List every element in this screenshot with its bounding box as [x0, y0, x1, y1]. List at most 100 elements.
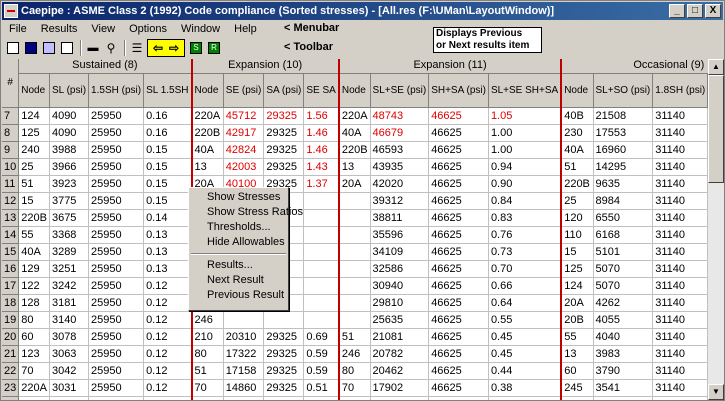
table-cell[interactable]: [338, 209, 371, 227]
table-cell[interactable]: 29325: [263, 396, 305, 400]
table-cell[interactable]: 13: [191, 158, 224, 176]
column-header[interactable]: Node: [338, 73, 371, 108]
menu-results[interactable]: Results...: [189, 258, 288, 273]
table-cell[interactable]: 31140: [652, 277, 708, 295]
table-cell[interactable]: 0.15: [143, 192, 193, 210]
table-row[interactable]: 23 220A 3031 25950 0.12 70 14860 29325 0.51 70 179…: [2, 379, 708, 397]
menu-previous-result[interactable]: Previous Result: [189, 288, 288, 303]
maximize-button[interactable]: □: [687, 4, 703, 18]
table-cell[interactable]: 5070: [593, 260, 654, 278]
table-cell[interactable]: 3016: [49, 396, 90, 400]
table-cell[interactable]: 3078: [49, 328, 90, 346]
table-cell[interactable]: [303, 226, 340, 244]
table-cell[interactable]: 3983: [593, 345, 654, 363]
table-cell[interactable]: 25950: [88, 260, 145, 278]
table-cell[interactable]: 0.16: [143, 107, 193, 125]
table-cell[interactable]: 25950: [88, 345, 145, 363]
column-header[interactable]: SE SA: [303, 73, 340, 108]
table-cell[interactable]: 20A: [338, 175, 371, 193]
table-cell[interactable]: 46625: [428, 192, 489, 210]
table-cell[interactable]: 1.00: [488, 141, 563, 159]
column-header[interactable]: SH+SA (psi): [428, 73, 489, 108]
table-cell[interactable]: 40A: [191, 141, 224, 159]
table-cell[interactable]: 51: [338, 328, 371, 346]
table-cell[interactable]: 210: [191, 328, 224, 346]
table-cell[interactable]: 20462: [370, 362, 430, 380]
table-cell[interactable]: 31140: [652, 311, 708, 329]
menu-help[interactable]: Help: [227, 23, 264, 35]
table-cell[interactable]: 0.16: [143, 124, 193, 142]
table-cell[interactable]: 3923: [49, 175, 90, 193]
table-cell[interactable]: 0.13: [143, 243, 193, 261]
table-cell[interactable]: 29325: [263, 328, 305, 346]
table-cell[interactable]: [338, 294, 371, 312]
table-cell[interactable]: 31140: [652, 158, 708, 176]
menu-view[interactable]: View: [84, 23, 122, 35]
table-cell[interactable]: 15: [561, 243, 594, 261]
table-cell[interactable]: 39312: [370, 192, 430, 210]
table-cell[interactable]: 5070: [593, 277, 654, 295]
table-cell[interactable]: 46593: [370, 141, 430, 159]
table-cell[interactable]: 40B: [561, 107, 594, 125]
table-row[interactable]: 7 124 4090 25950 0.16 220A 45712 29325 1.56 220A 4…: [2, 107, 708, 125]
table-cell[interactable]: 0.59: [303, 345, 340, 363]
graphics-button[interactable]: ▬: [85, 40, 101, 56]
list-button[interactable]: ☰: [129, 40, 145, 56]
table-cell[interactable]: 31140: [652, 209, 708, 227]
table-cell[interactable]: 16960: [593, 141, 654, 159]
table-cell[interactable]: 21081: [370, 328, 430, 346]
table-cell[interactable]: 25950: [88, 158, 145, 176]
table-cell[interactable]: 125: [561, 260, 594, 278]
table-cell[interactable]: 0.38: [488, 379, 563, 397]
view-button[interactable]: [23, 40, 39, 56]
table-cell[interactable]: 25950: [88, 141, 145, 159]
table-cell[interactable]: 1.46: [303, 124, 340, 142]
table-cell[interactable]: 38811: [370, 209, 430, 227]
table-cell[interactable]: 25950: [88, 243, 145, 261]
table-cell[interactable]: 43935: [370, 158, 430, 176]
table-cell[interactable]: 3242: [49, 277, 90, 295]
table-cell[interactable]: 25950: [88, 175, 145, 193]
layout-button[interactable]: [41, 40, 57, 56]
table-cell[interactable]: 51: [191, 362, 224, 380]
menu-options[interactable]: Options: [122, 23, 174, 35]
column-header[interactable]: 1.5SH (psi): [88, 73, 145, 108]
column-header[interactable]: SL 1.5SH: [143, 73, 193, 108]
table-cell[interactable]: 12800: [223, 396, 265, 400]
table-cell[interactable]: 42020: [370, 175, 430, 193]
table-cell[interactable]: 0.76: [488, 226, 563, 244]
print-button[interactable]: [5, 40, 21, 56]
table-cell[interactable]: 0.15: [143, 175, 193, 193]
stress-grid[interactable]: # Sustained (8) Expansion (10) Expansion (…: [2, 59, 708, 400]
table-cell[interactable]: 1.43: [303, 158, 340, 176]
table-cell[interactable]: 25950: [88, 124, 145, 142]
table-cell[interactable]: 0.83: [488, 209, 563, 227]
column-header[interactable]: Node: [191, 73, 224, 108]
table-cell[interactable]: 42003: [223, 158, 265, 176]
table-cell[interactable]: 21508: [593, 107, 654, 125]
scroll-up-button[interactable]: ▲: [708, 59, 724, 75]
table-cell[interactable]: 46625: [428, 260, 489, 278]
table-cell[interactable]: 0.70: [488, 260, 563, 278]
table-cell[interactable]: 124: [561, 277, 594, 295]
table-cell[interactable]: 29325: [263, 158, 305, 176]
table-cell[interactable]: 0.12: [143, 311, 193, 329]
table-cell[interactable]: 220B: [191, 124, 224, 142]
menu-file[interactable]: File: [2, 23, 34, 35]
table-cell[interactable]: 31140: [652, 192, 708, 210]
table-cell[interactable]: 0.12: [143, 345, 193, 363]
table-cell[interactable]: 29325: [263, 362, 305, 380]
table-cell[interactable]: 0.13: [143, 260, 193, 278]
table-cell[interactable]: 46625: [428, 243, 489, 261]
table-cell[interactable]: 3289: [49, 243, 90, 261]
table-cell[interactable]: [303, 192, 340, 210]
table-cell[interactable]: 40A: [561, 141, 594, 159]
table-cell[interactable]: 0.66: [488, 277, 563, 295]
table-cell[interactable]: 220A: [191, 107, 224, 125]
table-cell[interactable]: 0.44: [488, 362, 563, 380]
table-cell[interactable]: 31140: [652, 141, 708, 159]
table-cell[interactable]: 14295: [593, 158, 654, 176]
table-cell[interactable]: 25950: [88, 209, 145, 227]
table-cell[interactable]: 128: [18, 294, 50, 312]
table-cell[interactable]: 25: [561, 192, 594, 210]
